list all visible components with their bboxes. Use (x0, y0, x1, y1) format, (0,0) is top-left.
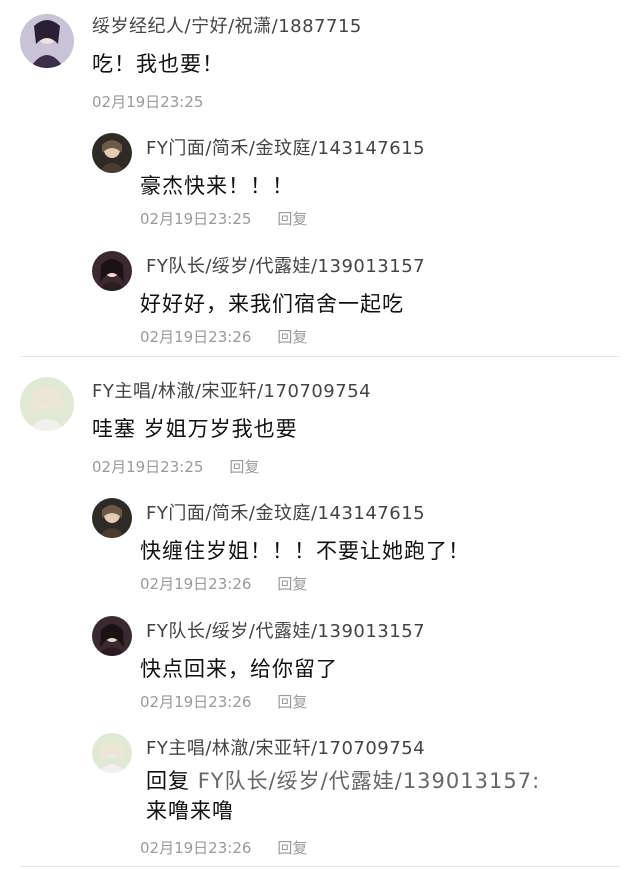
reply-meta: 02月19日23:25 回复 (140, 208, 307, 229)
user-avatar[interactable] (20, 377, 74, 431)
reply-meta: 02月19日23:26 回复 (140, 691, 307, 712)
comment-meta: 02月19日23:25 (92, 91, 203, 112)
user-avatar[interactable] (20, 14, 74, 68)
reply-username[interactable]: FY主唱/林澈/宋亚轩/170709754 (146, 734, 425, 760)
reply-meta: 02月19日23:26 回复 (140, 326, 307, 347)
user-avatar[interactable] (92, 733, 132, 773)
comment-time: 02月19日23:25 (92, 93, 204, 111)
reply-text: 好好好，来我们宿舍一起吃 (140, 292, 404, 316)
comment-username[interactable]: 绥岁经纪人/宁好/祝潇/1887715 (92, 12, 362, 38)
user-avatar[interactable] (92, 616, 132, 656)
reply-target-user[interactable]: FY队长/绥岁/代露娃/139013157: (198, 769, 540, 793)
reply-time: 02月19日23:26 (140, 839, 252, 857)
user-avatar[interactable] (92, 133, 132, 173)
comment-meta: 02月19日23:25 回复 (92, 456, 259, 477)
reply-prefix: 回复 (146, 769, 190, 793)
reply-button[interactable]: 回复 (277, 210, 307, 228)
comment-time: 02月19日23:25 (92, 458, 204, 476)
comment-text: 吃！我也要！ (92, 52, 224, 76)
reply-text: 豪杰快来！！！ (140, 174, 294, 198)
reply-button[interactable]: 回复 (277, 575, 307, 593)
reply-button[interactable]: 回复 (277, 328, 307, 346)
reply-text: 快点回来，给你留了 (140, 657, 338, 681)
reply-time: 02月19日23:25 (140, 210, 252, 228)
thread-divider (20, 866, 620, 867)
user-avatar[interactable] (92, 251, 132, 291)
reply-button[interactable]: 回复 (229, 458, 259, 476)
user-avatar[interactable] (92, 498, 132, 538)
reply-time: 02月19日23:26 (140, 575, 252, 593)
reply-username[interactable]: FY队长/绥岁/代露娃/139013157 (146, 252, 425, 278)
comment-username[interactable]: FY主唱/林澈/宋亚轩/170709754 (92, 377, 371, 403)
reply-text: 快缠住岁姐！！！不要让她跑了！ (140, 539, 470, 563)
reply-button[interactable]: 回复 (277, 839, 307, 857)
reply-username[interactable]: FY门面/简禾/金玟庭/143147615 (146, 499, 425, 525)
reply-meta: 02月19日23:26 回复 (140, 573, 307, 594)
reply-username[interactable]: FY队长/绥岁/代露娃/139013157 (146, 617, 425, 643)
comment-text: 哇塞 岁姐万岁我也要 (92, 417, 298, 441)
reply-body: 来噜来噜 (146, 799, 234, 823)
thread-divider (20, 356, 620, 357)
reply-meta: 02月19日23:26 回复 (140, 837, 307, 858)
reply-button[interactable]: 回复 (277, 693, 307, 711)
reply-username[interactable]: FY门面/简禾/金玟庭/143147615 (146, 134, 425, 160)
reply-time: 02月19日23:26 (140, 328, 252, 346)
reply-text: 回复 FY队长/绥岁/代露娃/139013157: 来噜来噜 (146, 766, 576, 826)
reply-time: 02月19日23:26 (140, 693, 252, 711)
